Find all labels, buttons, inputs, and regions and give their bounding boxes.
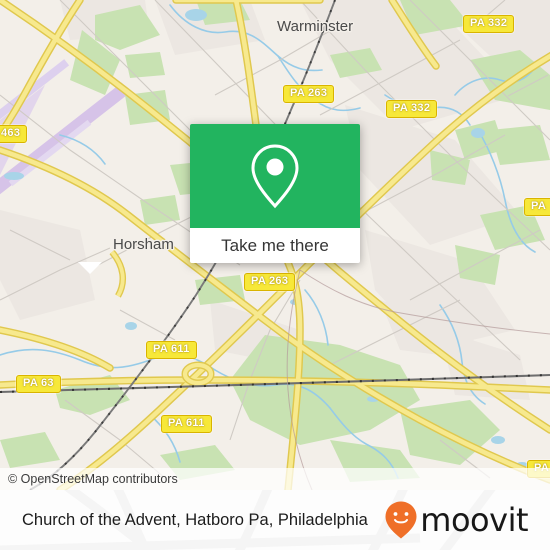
callout-image-area (190, 124, 360, 228)
callout-body: Take me there (190, 124, 360, 263)
place-label-warminster: Warminster (277, 18, 354, 35)
moovit-pin-icon (385, 501, 417, 539)
moovit-logo[interactable]: moovit (384, 500, 528, 540)
road-shield-pa263-north[interactable]: PA 263 (283, 85, 335, 103)
road-shield-463[interactable]: 463 (0, 125, 28, 143)
road-shield-pa-east-upper[interactable]: PA (524, 198, 550, 216)
location-pin-icon (251, 144, 299, 209)
road-shield-pa263-center[interactable]: PA 263 (244, 273, 296, 291)
footer-bar: Church of the Advent, Hatboro Pa, Philad… (0, 490, 550, 550)
road-shield-pa611-upper[interactable]: PA 611 (146, 341, 197, 359)
callout-pointer-tail (78, 262, 102, 274)
footer-place-name: Church of the Advent, Hatboro Pa, Philad… (22, 510, 368, 529)
map-attribution[interactable]: © OpenStreetMap contributors (0, 468, 550, 490)
map-screenshot: Warminster Horsham PA 332 PA 263 PA 332 … (0, 0, 550, 550)
road-shield-pa611-lower[interactable]: PA 611 (161, 415, 212, 433)
road-shield-pa332-north[interactable]: PA 332 (463, 15, 515, 33)
road-shield-pa63[interactable]: PA 63 (16, 375, 61, 393)
road-shield-pa332-east[interactable]: PA 332 (386, 100, 438, 118)
map-canvas[interactable]: Warminster Horsham PA 332 PA 263 PA 332 … (0, 0, 550, 490)
take-me-there-label[interactable]: Take me there (190, 228, 360, 263)
place-label-horsham: Horsham (113, 236, 174, 253)
moovit-wordmark: moovit (420, 501, 528, 539)
destination-callout[interactable]: Take me there (190, 124, 360, 263)
